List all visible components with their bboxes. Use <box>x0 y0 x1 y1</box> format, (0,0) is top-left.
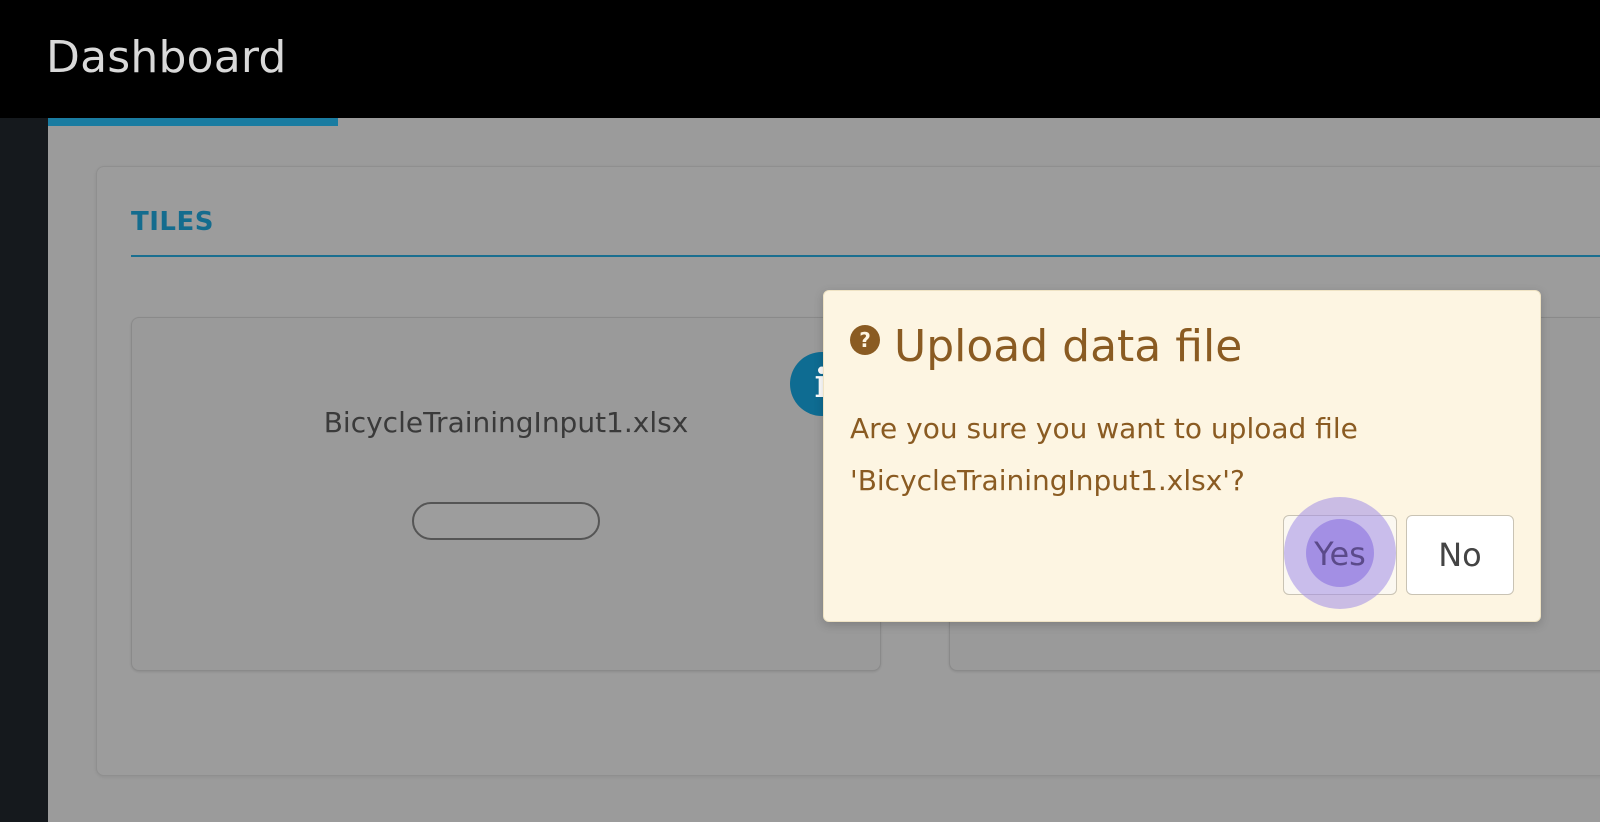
dialog-message: Are you sure you want to upload file 'Bi… <box>850 412 1358 497</box>
section-title: TILES <box>131 207 214 237</box>
dialog-title: Upload data file <box>894 321 1243 372</box>
sidebar <box>0 118 48 822</box>
active-tab-indicator <box>48 118 338 126</box>
no-button[interactable]: No <box>1406 515 1514 595</box>
section-divider <box>131 255 1600 257</box>
page-title: Dashboard <box>46 32 287 83</box>
upload-progress-bar <box>412 502 600 540</box>
file-tile[interactable]: BicycleTrainingInput1.xlsx <box>131 317 881 671</box>
top-bar: Dashboard <box>0 0 1600 118</box>
confirm-upload-dialog: ? Upload data file Are you sure you want… <box>823 290 1541 622</box>
tile-filename: BicycleTrainingInput1.xlsx <box>323 406 689 439</box>
yes-button-label[interactable]: Yes <box>1283 515 1397 595</box>
question-icon: ? <box>850 325 880 355</box>
